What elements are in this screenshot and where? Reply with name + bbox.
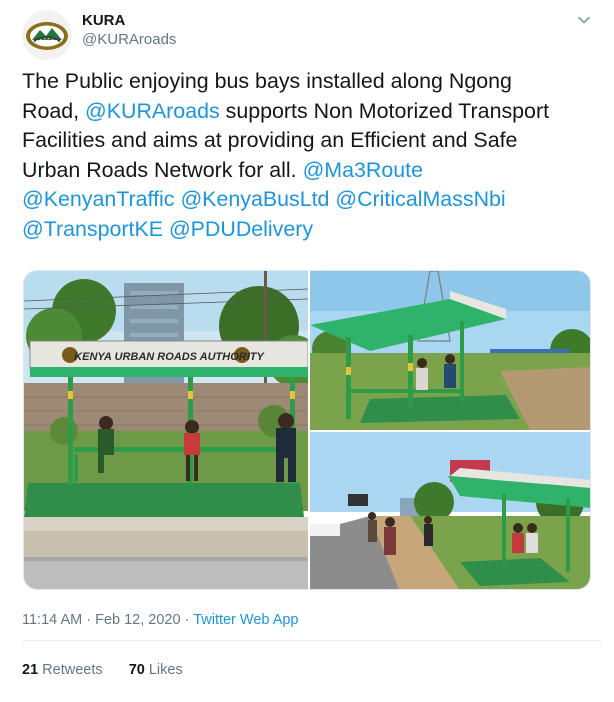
tweet-date[interactable]: Feb 12, 2020 bbox=[95, 612, 180, 628]
likes-label: Likes bbox=[148, 662, 183, 678]
mention-link[interactable]: @TransportKE bbox=[22, 217, 163, 241]
mention-link[interactable]: @KenyanTraffic bbox=[22, 187, 175, 211]
mention-link[interactable]: @PDUDelivery bbox=[169, 217, 313, 241]
tweet-timestamp: 11:14 AM · Feb 12, 2020 · Twitter Web Ap… bbox=[22, 610, 299, 630]
likes-count: 70 bbox=[128, 662, 145, 678]
mention-link[interactable]: @KURAroads bbox=[85, 99, 220, 123]
media-grid: KENYA URBAN ROADS AUTHORITY bbox=[23, 270, 591, 590]
tweet-time[interactable]: 11:14 AM bbox=[22, 612, 82, 628]
photo-bus-shelter-front[interactable]: KENYA URBAN ROADS AUTHORITY bbox=[24, 271, 308, 589]
tweet-text-line: @KenyanTraffic @KenyaBusLtd @CriticalMas… bbox=[22, 185, 602, 215]
retweets-count: 21 bbox=[22, 662, 39, 678]
text-segment: Road, bbox=[22, 98, 86, 123]
chevron-down-icon[interactable] bbox=[576, 12, 592, 28]
mention-link[interactable]: @CriticalMassNbi bbox=[335, 187, 505, 211]
tweet-card: KURA @KURAroads The Public enjoying bus … bbox=[0, 0, 614, 702]
retweets-label: Retweets bbox=[42, 662, 103, 678]
photo-bus-shelter-side[interactable] bbox=[310, 271, 590, 430]
tweet-text-line: Road, @KURAroads supports Non Motorized … bbox=[22, 97, 602, 127]
tweet-text-line: Urban Roads Network for all. @Ma3Route bbox=[22, 156, 602, 186]
meta-separator: · bbox=[82, 612, 96, 628]
meta-separator: · bbox=[180, 612, 194, 628]
mention-link[interactable]: @KenyaBusLtd bbox=[180, 187, 329, 211]
divider bbox=[22, 640, 602, 641]
shelter-sign-text: KENYA URBAN ROADS AUTHORITY bbox=[74, 351, 265, 363]
tweet-text: The Public enjoying bus bays installed a… bbox=[22, 67, 602, 245]
retweets-stat[interactable]: 21 Retweets bbox=[22, 662, 103, 678]
text-segment: Facilities and aims at providing an Effi… bbox=[22, 128, 518, 153]
tweet-text-line: Facilities and aims at providing an Effi… bbox=[22, 126, 602, 156]
text-segment: supports Non Motorized Transport bbox=[219, 98, 550, 123]
text-segment: The Public enjoying bus bays installed a… bbox=[22, 69, 512, 93]
likes-stat[interactable]: 70 Likes bbox=[129, 662, 183, 678]
tweet-text-line: @TransportKE @PDUDelivery bbox=[22, 215, 602, 245]
photo-walkway-shelter[interactable] bbox=[310, 432, 590, 589]
kura-logo-icon bbox=[22, 10, 72, 60]
tweet-stats: 21 Retweets 70 Likes bbox=[22, 660, 183, 680]
tweet-text-line: The Public enjoying bus bays installed a… bbox=[22, 67, 602, 97]
avatar[interactable] bbox=[22, 10, 72, 60]
mention-link[interactable]: @Ma3Route bbox=[303, 158, 423, 182]
display-name[interactable]: KURA bbox=[82, 12, 125, 30]
text-segment: Urban Roads Network for all. bbox=[22, 157, 303, 182]
source-app-link[interactable]: Twitter Web App bbox=[193, 612, 298, 628]
user-handle[interactable]: @KURAroads bbox=[82, 31, 176, 49]
